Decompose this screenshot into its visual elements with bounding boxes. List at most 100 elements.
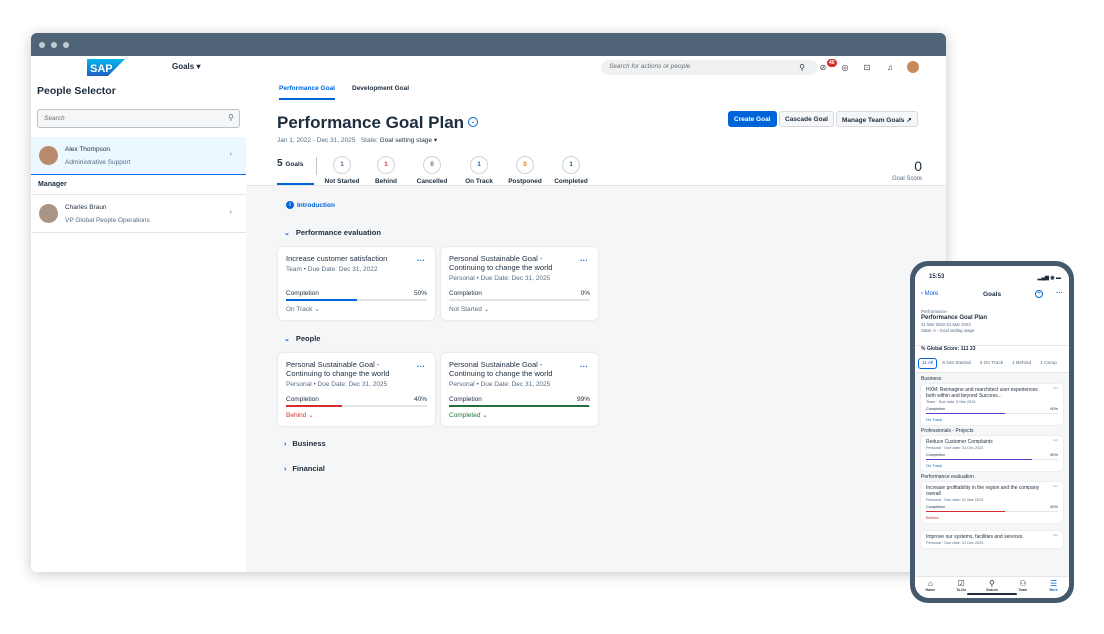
goal-score-value: 0 [914,158,922,174]
back-button[interactable]: ‹ More [921,291,938,297]
nav-team[interactable]: ⚇ Team [1013,579,1033,598]
mobile-section-title: Performance evaluation [921,474,974,480]
nav-search[interactable]: ⚲ Search [982,579,1002,598]
more-icon[interactable]: ··· [580,362,588,371]
section-performance-evaluation[interactable]: ⌄ Performance evaluation [284,228,381,237]
status-text: Completed [449,412,481,419]
chevron-right-icon: › [229,151,232,158]
progress-track [286,299,427,301]
stat-label: Not Started [324,178,360,185]
completion-percent: 80% [1050,453,1058,457]
stat-count: 0 [516,156,534,174]
mobile-goal-card[interactable]: Increase profitability in the region and… [921,482,1063,523]
status-text: Behind [286,412,307,419]
search-icon[interactable]: ⚲ [228,113,234,122]
section-people[interactable]: ⌄ People [284,334,320,343]
goals-count[interactable]: 5 Goals [277,158,311,182]
goal-subtitle: Personal • Due Date: Dec 31, 2025 [449,275,551,282]
status-select[interactable]: Completed ⌄ [449,411,488,419]
nav-label: Search [986,588,998,592]
search-icon[interactable]: ⚲ [796,61,808,73]
status-select[interactable]: Behind ⌄ [286,411,314,419]
stat-postponed[interactable]: 0 Postponed [506,156,544,185]
home-icon: ⌂ [927,579,933,588]
more-icon[interactable]: ··· [1053,533,1058,539]
chevron-down-icon[interactable]: ⌄ [468,117,478,127]
filter-tab-completed[interactable]: 1 Comp [1036,358,1061,369]
stat-on-track[interactable]: 1 On Track [462,156,496,185]
nav-todo[interactable]: ☑ To-Do [951,579,971,598]
stat-not-started[interactable]: 1 Not Started [322,156,362,185]
goal-card[interactable]: Personal Sustainable Goal - Continuing t… [441,353,598,426]
status-select[interactable]: On Track ⌄ [286,305,320,313]
tab-development-goal[interactable]: Development Goal [352,85,409,100]
goal-card[interactable]: Personal Sustainable Goal - Continuing t… [441,247,598,320]
nav-more[interactable]: ☰ More [1044,579,1064,598]
status-select[interactable]: Not Started ⌄ [449,305,489,313]
goal-title: Improve our systems, facilities and serv… [926,534,1024,540]
chevron-right-icon: › [229,209,232,216]
filter-tab-not-started[interactable]: 6 Not Started [938,358,974,369]
people-search-input[interactable]: Search ⚲ [37,109,240,128]
more-icon[interactable]: ··· [1053,484,1058,490]
introduction-link[interactable]: i Introduction [286,201,335,209]
nav-label: Team [1018,588,1028,592]
mobile-goal-card[interactable]: HXM: Reimagine and rearchitect user expe… [921,384,1063,425]
section-business[interactable]: › Business [284,439,326,448]
chevron-right-icon: › [284,441,287,448]
shell-search-input[interactable]: Search for actions or people [601,60,818,75]
add-icon[interactable]: + [1035,290,1043,298]
tab-performance-goal[interactable]: Performance Goal [279,85,335,100]
create-goal-button[interactable]: Create Goal [728,111,777,127]
svg-text:SAP: SAP [90,63,113,75]
person-item-selected[interactable]: Alex Thompson Administrative Support › [31,137,246,175]
active-stat-indicator [277,183,314,185]
more-icon[interactable]: ··· [1053,386,1058,392]
goal-title: Personal Sustainable Goal - Continuing t… [286,360,390,378]
window-close-dot[interactable] [39,41,45,48]
nav-label: More [1049,588,1058,592]
stat-completed[interactable]: 1 Completed [550,156,592,185]
person-name: Charles Braun [65,203,107,211]
cascade-goal-button[interactable]: Cascade Goal [779,111,834,127]
filter-tab-on-track[interactable]: 3 On Track [976,358,1007,369]
sap-logo[interactable]: SAP [87,59,125,76]
mobile-header: 15:53 ▂▄▆ ◉ ▬ ‹ More Goals + ··· [915,266,1069,304]
person-role: VP Global People Operations [65,216,150,224]
window-maximize-dot[interactable] [63,41,69,48]
goal-card[interactable]: Personal Sustainable Goal - Continuing t… [278,353,435,426]
book-icon[interactable]: ⊡ [861,61,873,73]
bell-icon[interactable]: ♫ [884,61,896,73]
person-item-manager[interactable]: Charles Braun VP Global People Operation… [31,195,246,233]
mobile-plan-header[interactable]: Performance Performance Goal Plan 31 Mar… [915,304,1069,345]
team-icon: ⚇ [1019,579,1027,588]
state-select[interactable]: Goal setting stage [380,137,432,144]
more-icon[interactable]: ··· [580,256,588,265]
goals-nav-menu[interactable]: Goals ▾ [172,62,200,71]
section-financial[interactable]: › Financial [284,464,325,473]
person-name: Alex Thompson [65,145,111,153]
window-minimize-dot[interactable] [51,41,57,48]
chevron-down-icon: ⌄ [483,306,490,313]
more-icon[interactable]: ··· [417,362,425,371]
stat-behind[interactable]: 1 Behind [371,156,401,185]
filter-tab-behind[interactable]: 1 Behind [1008,358,1035,369]
goal-subtitle: Personal • Due Date: Dec 31, 2025 [286,381,388,388]
mobile-goal-card[interactable]: Reduce Customer Complaints Personal · Du… [921,436,1063,471]
status-text: On Track [286,306,313,313]
goal-card[interactable]: Increase customer satisfaction Team • Du… [278,247,435,320]
goals-count-label: Goals [285,161,304,168]
stat-cancelled[interactable]: 0 Cancelled [414,156,450,185]
manage-team-goals-button[interactable]: Manage Team Goals ↗ [836,111,918,127]
chat-icon[interactable]: ◎ [839,61,851,73]
goal-title: Increase profitability in the region and… [926,485,1040,497]
mobile-goal-card[interactable]: Improve our systems, facilities and serv… [921,531,1063,548]
more-icon[interactable]: ··· [1056,290,1063,297]
nav-home[interactable]: ⌂ Home [920,579,940,598]
goal-subtitle: Team • Due Date: Dec 31, 2022 [286,266,378,273]
more-icon[interactable]: ··· [1053,438,1058,444]
user-avatar[interactable] [907,61,919,73]
more-icon[interactable]: ··· [417,256,425,265]
filter-tab-all[interactable]: 11 All [918,358,938,369]
chevron-down-icon: ▾ [433,137,438,144]
